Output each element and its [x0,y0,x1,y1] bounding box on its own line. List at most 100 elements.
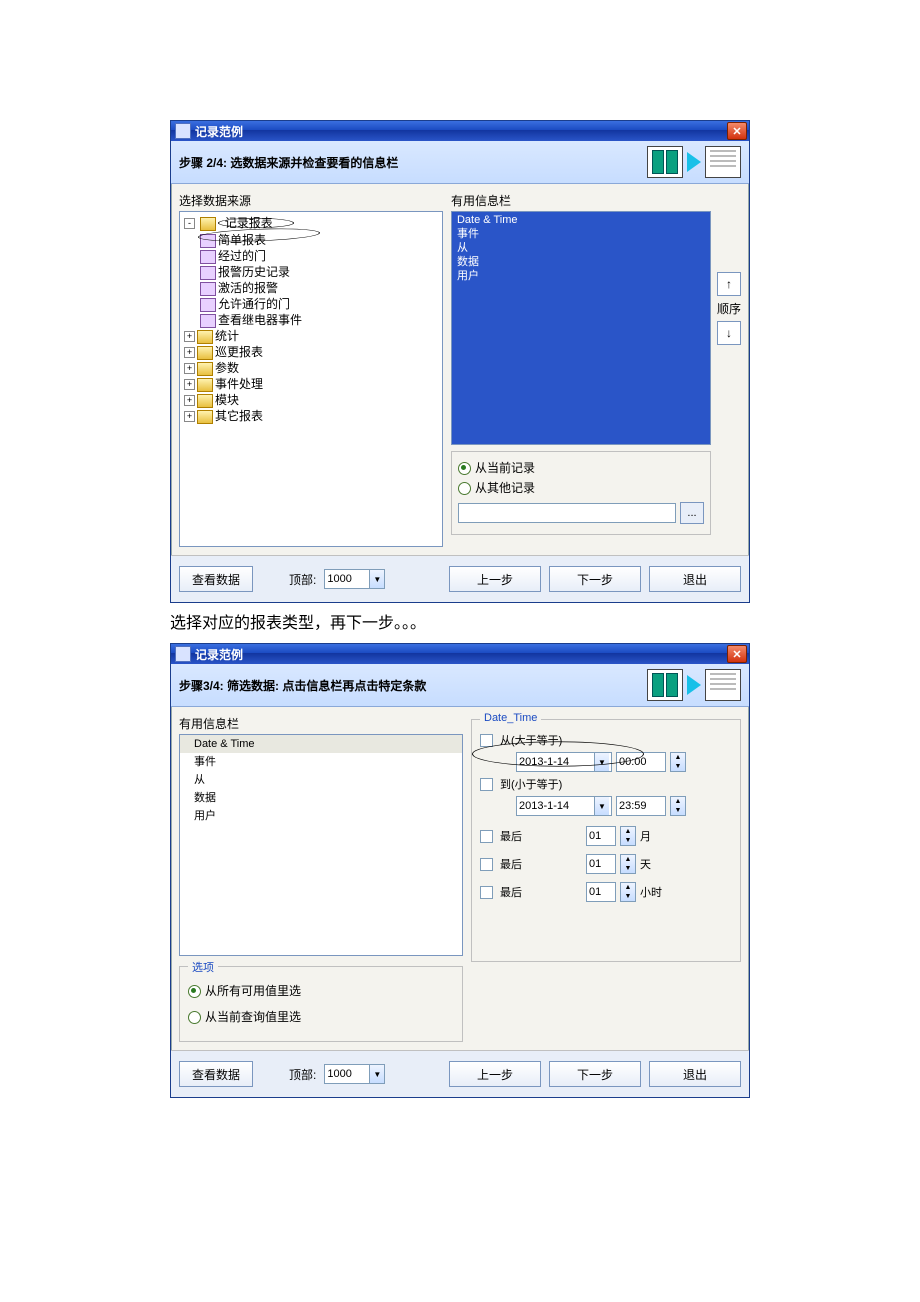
list-item[interactable]: 从 [453,241,709,255]
record-source-group: 从当前记录 从其他记录 ... [451,451,711,535]
tree-toggle-icon[interactable]: + [184,411,195,422]
chevron-down-icon[interactable]: ▼ [594,753,609,771]
chevron-down-icon[interactable]: ▼ [369,570,384,588]
close-icon[interactable]: ✕ [727,122,747,140]
value-spinner[interactable]: ▲▼ [620,826,636,846]
tree-toggle-icon[interactable]: + [184,395,195,406]
tree-item[interactable]: +巡更报表 [184,344,440,360]
list-item[interactable]: 数据 [180,789,462,807]
next-button[interactable]: 下一步 [549,1061,641,1087]
folder-icon [197,410,213,424]
tree-item[interactable]: 允许通行的门 [200,296,440,312]
list-item[interactable]: Date & Time [453,213,709,227]
window-title: 记录范例 [195,646,243,663]
columns-label: 有用信息栏 [451,192,711,209]
chevron-down-icon[interactable]: ▼ [369,1065,384,1083]
list-item[interactable]: 用户 [453,269,709,283]
prev-button[interactable]: 上一步 [449,566,541,592]
tree-toggle-icon[interactable]: - [184,218,195,229]
step-header: 步骤3/4: 筛选数据: 点击信息栏再点击特定条款 [171,664,749,707]
columns-list[interactable]: Date & Time 事件 从 数据 用户 [451,211,711,445]
instruction-text: 选择对应的报表类型，再下一步。。。 [170,609,750,633]
step-graphic [647,669,741,701]
to-date-input[interactable]: 2013-1-14▼ [516,796,612,816]
tree-item[interactable]: 报警历史记录 [200,264,440,280]
top-count-input[interactable]: ▼ [324,1064,385,1084]
other-record-input[interactable] [458,503,676,523]
unit-hour: 小时 [640,884,662,900]
value-spinner[interactable]: ▲▼ [620,882,636,902]
tree-item[interactable]: 经过的门 [200,248,440,264]
date-filter-group: Date_Time 从(大于等于) 2013-1-14▼ 00:00 ▲▼ 到(… [471,719,741,962]
tree-item[interactable]: +统计 [184,328,440,344]
top-label: 顶部: [289,1066,316,1083]
to-time-input[interactable]: 23:59 [616,796,666,816]
chevron-down-icon[interactable]: ▼ [594,797,609,815]
titlebar[interactable]: 记录范例 ✕ [171,644,749,664]
last-day-checkbox[interactable] [480,858,493,871]
last-month-value[interactable]: 01 [586,826,616,846]
tree-item[interactable]: +事件处理 [184,376,440,392]
step-header: 步骤 2/4: 选数据来源并检查要看的信息栏 [171,141,749,184]
exit-button[interactable]: 退出 [649,566,741,592]
view-data-button[interactable]: 查看数据 [179,1061,253,1087]
browse-button[interactable]: ... [680,502,704,524]
data-source-tree[interactable]: - 记录报表 简单报表 经过的门 报警历史记录 激活的报警 允许通行的门 查看继… [179,211,443,547]
exit-button[interactable]: 退出 [649,1061,741,1087]
last-day-value[interactable]: 01 [586,854,616,874]
radio-current-record[interactable]: 从当前记录 [458,458,704,478]
close-icon[interactable]: ✕ [727,645,747,663]
radio-all-values[interactable]: 从所有可用值里选 [188,981,454,1001]
time-spinner[interactable]: ▲▼ [670,796,686,816]
radio-current-query[interactable]: 从当前查询值里选 [188,1007,454,1027]
list-item[interactable]: 事件 [180,753,462,771]
list-item[interactable]: 事件 [453,227,709,241]
report-icon [200,250,216,264]
folder-icon [200,217,216,231]
tree-toggle-icon[interactable]: + [184,379,195,390]
time-spinner[interactable]: ▲▼ [670,752,686,772]
window-title: 记录范例 [195,123,243,140]
radio-other-record[interactable]: 从其他记录 [458,478,704,498]
move-down-button[interactable]: ↓ [717,321,741,345]
folder-icon [197,362,213,376]
next-button[interactable]: 下一步 [549,566,641,592]
tree-item[interactable]: +参数 [184,360,440,376]
tree-item[interactable]: - 记录报表 简单报表 经过的门 报警历史记录 激活的报警 允许通行的门 查看继… [184,214,440,328]
tree-item[interactable]: 简单报表 [200,232,440,248]
list-item[interactable]: 数据 [453,255,709,269]
last-label: 最后 [500,828,522,844]
columns-list[interactable]: Date & Time 事件 从 数据 用户 [179,734,463,956]
from-checkbox[interactable] [480,734,493,747]
tree-item[interactable]: +模块 [184,392,440,408]
list-item[interactable]: 用户 [180,807,462,825]
from-time-input[interactable]: 00:00 [616,752,666,772]
report-icon [200,282,216,296]
radio-icon [188,985,201,998]
tree-item[interactable]: +其它报表 [184,408,440,424]
top-count-input[interactable]: ▼ [324,569,385,589]
step-graphic [647,146,741,178]
last-month-checkbox[interactable] [480,830,493,843]
last-hour-checkbox[interactable] [480,886,493,899]
tree-toggle-icon[interactable]: + [184,331,195,342]
view-data-button[interactable]: 查看数据 [179,566,253,592]
last-hour-value[interactable]: 01 [586,882,616,902]
tree-toggle-icon[interactable]: + [184,363,195,374]
top-label: 顶部: [289,571,316,588]
from-date-input[interactable]: 2013-1-14▼ [516,752,612,772]
to-checkbox[interactable] [480,778,493,791]
step-label: 步骤3/4: 筛选数据: 点击信息栏再点击特定条款 [179,677,426,694]
last-label: 最后 [500,856,522,872]
move-up-button[interactable]: ↑ [717,272,741,296]
titlebar[interactable]: 记录范例 ✕ [171,121,749,141]
tree-item[interactable]: 激活的报警 [200,280,440,296]
value-spinner[interactable]: ▲▼ [620,854,636,874]
list-item[interactable]: Date & Time [180,735,462,753]
list-item[interactable]: 从 [180,771,462,789]
report-icon [200,298,216,312]
prev-button[interactable]: 上一步 [449,1061,541,1087]
tree-toggle-icon[interactable]: + [184,347,195,358]
tree-item[interactable]: 查看继电器事件 [200,312,440,328]
radio-icon [458,482,471,495]
